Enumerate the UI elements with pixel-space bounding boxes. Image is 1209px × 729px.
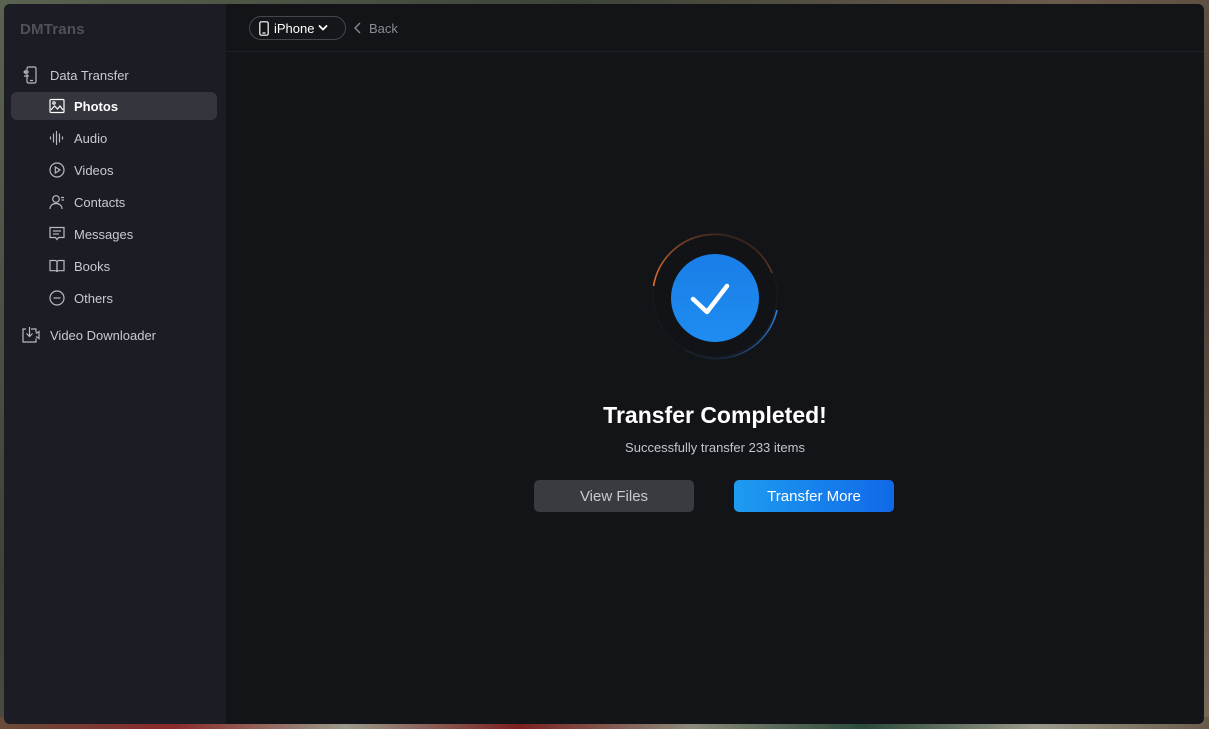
sidebar-item-contacts[interactable]: Contacts [11,188,217,216]
sidebar-item-others[interactable]: Others [11,284,217,312]
video-download-icon [20,324,42,346]
sidebar-group-data-transfer[interactable]: Data Transfer [4,61,226,89]
book-icon [48,257,66,275]
person-icon [48,193,66,211]
app-window: DMTrans Data Transfer Photos Audio Video… [4,4,1204,724]
sidebar-item-label: Audio [74,130,108,146]
sidebar-item-label: Videos [74,162,114,178]
phone-transfer-icon [20,64,42,86]
sidebar-item-videos[interactable]: Videos [11,156,217,184]
sidebar-group-label: Data Transfer [50,67,129,83]
transfer-result: Transfer Completed! Successfully transfe… [226,4,1204,724]
sidebar-group-video-downloader[interactable]: Video Downloader [4,321,226,349]
result-subtitle: Successfully transfer 233 items [625,440,805,455]
sidebar-item-messages[interactable]: Messages [11,220,217,248]
sidebar-item-label: Photos [74,98,119,114]
minus-circle-icon [48,289,66,307]
sidebar-group-label: Video Downloader [50,327,156,343]
image-icon [48,97,66,115]
sidebar-item-books[interactable]: Books [11,252,217,280]
sidebar-item-photos[interactable]: Photos [11,92,217,120]
app-brand: DMTrans [20,21,85,38]
sidebar-item-label: Others [74,290,114,306]
main-panel: iPhone Back Transfer Completed! Successf… [226,4,1204,724]
result-title: Transfer Completed! [603,402,827,428]
sidebar-item-label: Contacts [74,194,126,210]
message-icon [48,225,66,243]
success-indicator [650,230,780,360]
sidebar-item-label: Books [74,258,111,274]
play-circle-icon [48,161,66,179]
transfer-more-button[interactable]: Transfer More [734,480,894,512]
audio-wave-icon [48,129,66,147]
sidebar-item-label: Messages [74,226,134,242]
view-files-button[interactable]: View Files [534,480,694,512]
sidebar-item-audio[interactable]: Audio [11,124,217,152]
sidebar: DMTrans Data Transfer Photos Audio Video… [4,4,226,724]
